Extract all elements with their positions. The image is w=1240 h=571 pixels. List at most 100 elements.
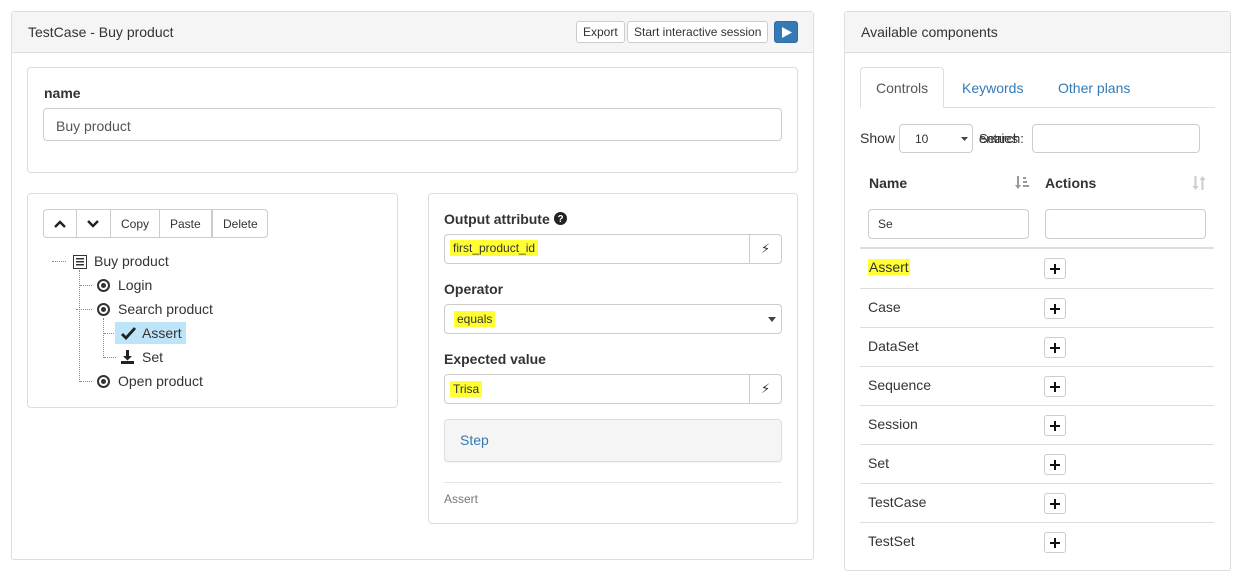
expected-value-input[interactable]: Trisa [444, 374, 750, 404]
tree-label-set: Set [142, 349, 164, 365]
caret-down-icon [768, 317, 776, 322]
table-row: DataSet [860, 327, 1214, 366]
sort-icon[interactable] [1192, 175, 1206, 191]
output-attribute-label: Output attribute [444, 211, 550, 227]
expected-value-value: Trisa [450, 381, 483, 397]
column-header-actions[interactable]: Actions [1045, 175, 1096, 191]
operator-label: Operator [444, 281, 504, 297]
add-button[interactable] [1044, 337, 1066, 358]
tree-label-search-product: Search product [118, 301, 213, 317]
tab-other-plans[interactable]: Other plans [1058, 80, 1130, 96]
row-name: Case [868, 299, 901, 315]
table-row: TestSet [860, 522, 1214, 561]
show-label: Show [860, 130, 896, 146]
table-row: TestCase [860, 483, 1214, 522]
tree-connector [103, 318, 104, 358]
list-icon [73, 255, 87, 269]
operator-value: equals [454, 311, 496, 327]
chevron-down-icon [87, 220, 99, 228]
tree-label-login: Login [118, 277, 153, 293]
export-button[interactable]: Export [576, 21, 625, 43]
radio-dot-icon [97, 303, 110, 316]
components-title: Available components [861, 24, 998, 40]
checkmark-icon [121, 327, 136, 340]
tree-connector [104, 357, 116, 358]
add-button[interactable] [1044, 258, 1066, 279]
testcase-title: TestCase - Buy product [28, 24, 174, 40]
radio-dot-icon [97, 375, 110, 388]
start-interactive-session-button[interactable]: Start interactive session [627, 21, 769, 43]
expected-value-label: Expected value [444, 351, 546, 367]
column-header-name[interactable]: Name [869, 175, 907, 191]
row-name: Sequence [868, 377, 932, 393]
step-accordion[interactable]: Step [444, 419, 782, 462]
sort-alpha-icon[interactable] [1014, 175, 1030, 191]
lightning-icon: ⚡ [761, 381, 771, 396]
row-name: TestCase [868, 494, 927, 510]
name-input-value: Buy product [56, 118, 131, 134]
help-icon[interactable]: ? [554, 212, 567, 225]
row-name: DataSet [868, 338, 919, 354]
add-button[interactable] [1044, 376, 1066, 397]
output-attribute-value: first_product_id [450, 240, 539, 256]
table-row: Session [860, 405, 1214, 444]
delete-label: Delete [223, 217, 258, 231]
table-row: Assert [860, 249, 1214, 288]
add-button[interactable] [1044, 454, 1066, 475]
play-button[interactable] [774, 21, 798, 43]
move-down-button[interactable] [76, 209, 111, 238]
step-link[interactable]: Step [460, 432, 489, 448]
output-attribute-input[interactable]: first_product_id [444, 234, 750, 264]
tree-connector [80, 285, 92, 286]
name-filter-value: Se [878, 217, 893, 231]
tab-controls-label: Controls [876, 80, 929, 96]
tab-controls[interactable]: Controls [860, 67, 944, 108]
actions-filter-input[interactable] [1045, 209, 1206, 239]
row-name: Session [868, 416, 918, 432]
move-up-button[interactable] [43, 209, 77, 238]
search-label: Search: [979, 131, 1024, 146]
testcase-panel-heading: TestCase - Buy product Export Start inte… [12, 12, 813, 53]
table-row: Set [860, 444, 1214, 483]
operator-select[interactable]: equals [444, 304, 782, 334]
tree-label-open-product: Open product [118, 373, 203, 389]
tree-label-buy-product: Buy product [94, 253, 169, 269]
add-button[interactable] [1044, 532, 1066, 553]
copy-button[interactable]: Copy [110, 209, 160, 238]
editor-footer-label: Assert [444, 492, 479, 506]
chevron-up-icon [54, 220, 66, 228]
tree-connector [79, 270, 80, 382]
caret-down-icon [961, 137, 968, 141]
search-input[interactable] [1032, 124, 1200, 153]
name-label: name [44, 85, 81, 101]
output-attribute-dynamic-toggle[interactable]: ⚡ [749, 234, 782, 264]
radio-dot-icon [97, 279, 110, 292]
add-button[interactable] [1044, 493, 1066, 514]
row-name: Assert [868, 259, 910, 275]
paste-label: Paste [170, 217, 201, 231]
tree-connector [52, 261, 66, 262]
page-size-select[interactable]: 10 [899, 124, 973, 153]
download-icon [121, 350, 134, 364]
lightning-icon: ⚡ [761, 241, 771, 256]
tree-connector [80, 381, 92, 382]
table-row: Case [860, 288, 1214, 327]
tree-label-assert: Assert [142, 325, 182, 341]
name-filter-input[interactable]: Se [868, 209, 1029, 239]
paste-button[interactable]: Paste [159, 209, 212, 238]
play-icon [782, 27, 792, 38]
components-panel-heading: Available components [845, 12, 1230, 53]
add-button[interactable] [1044, 415, 1066, 436]
tab-keywords[interactable]: Keywords [962, 80, 1023, 96]
row-name: Set [868, 455, 890, 471]
svg-text:?: ? [557, 214, 563, 225]
add-button[interactable] [1044, 298, 1066, 319]
delete-button[interactable]: Delete [212, 209, 268, 238]
editor-footer-divider [444, 482, 782, 483]
row-name: TestSet [868, 533, 915, 549]
table-row: Sequence [860, 366, 1214, 405]
expected-value-dynamic-toggle[interactable]: ⚡ [749, 374, 782, 404]
name-input[interactable]: Buy product [43, 108, 782, 141]
tree-node-assert[interactable]: Assert [115, 322, 186, 344]
tree-connector [76, 309, 92, 310]
